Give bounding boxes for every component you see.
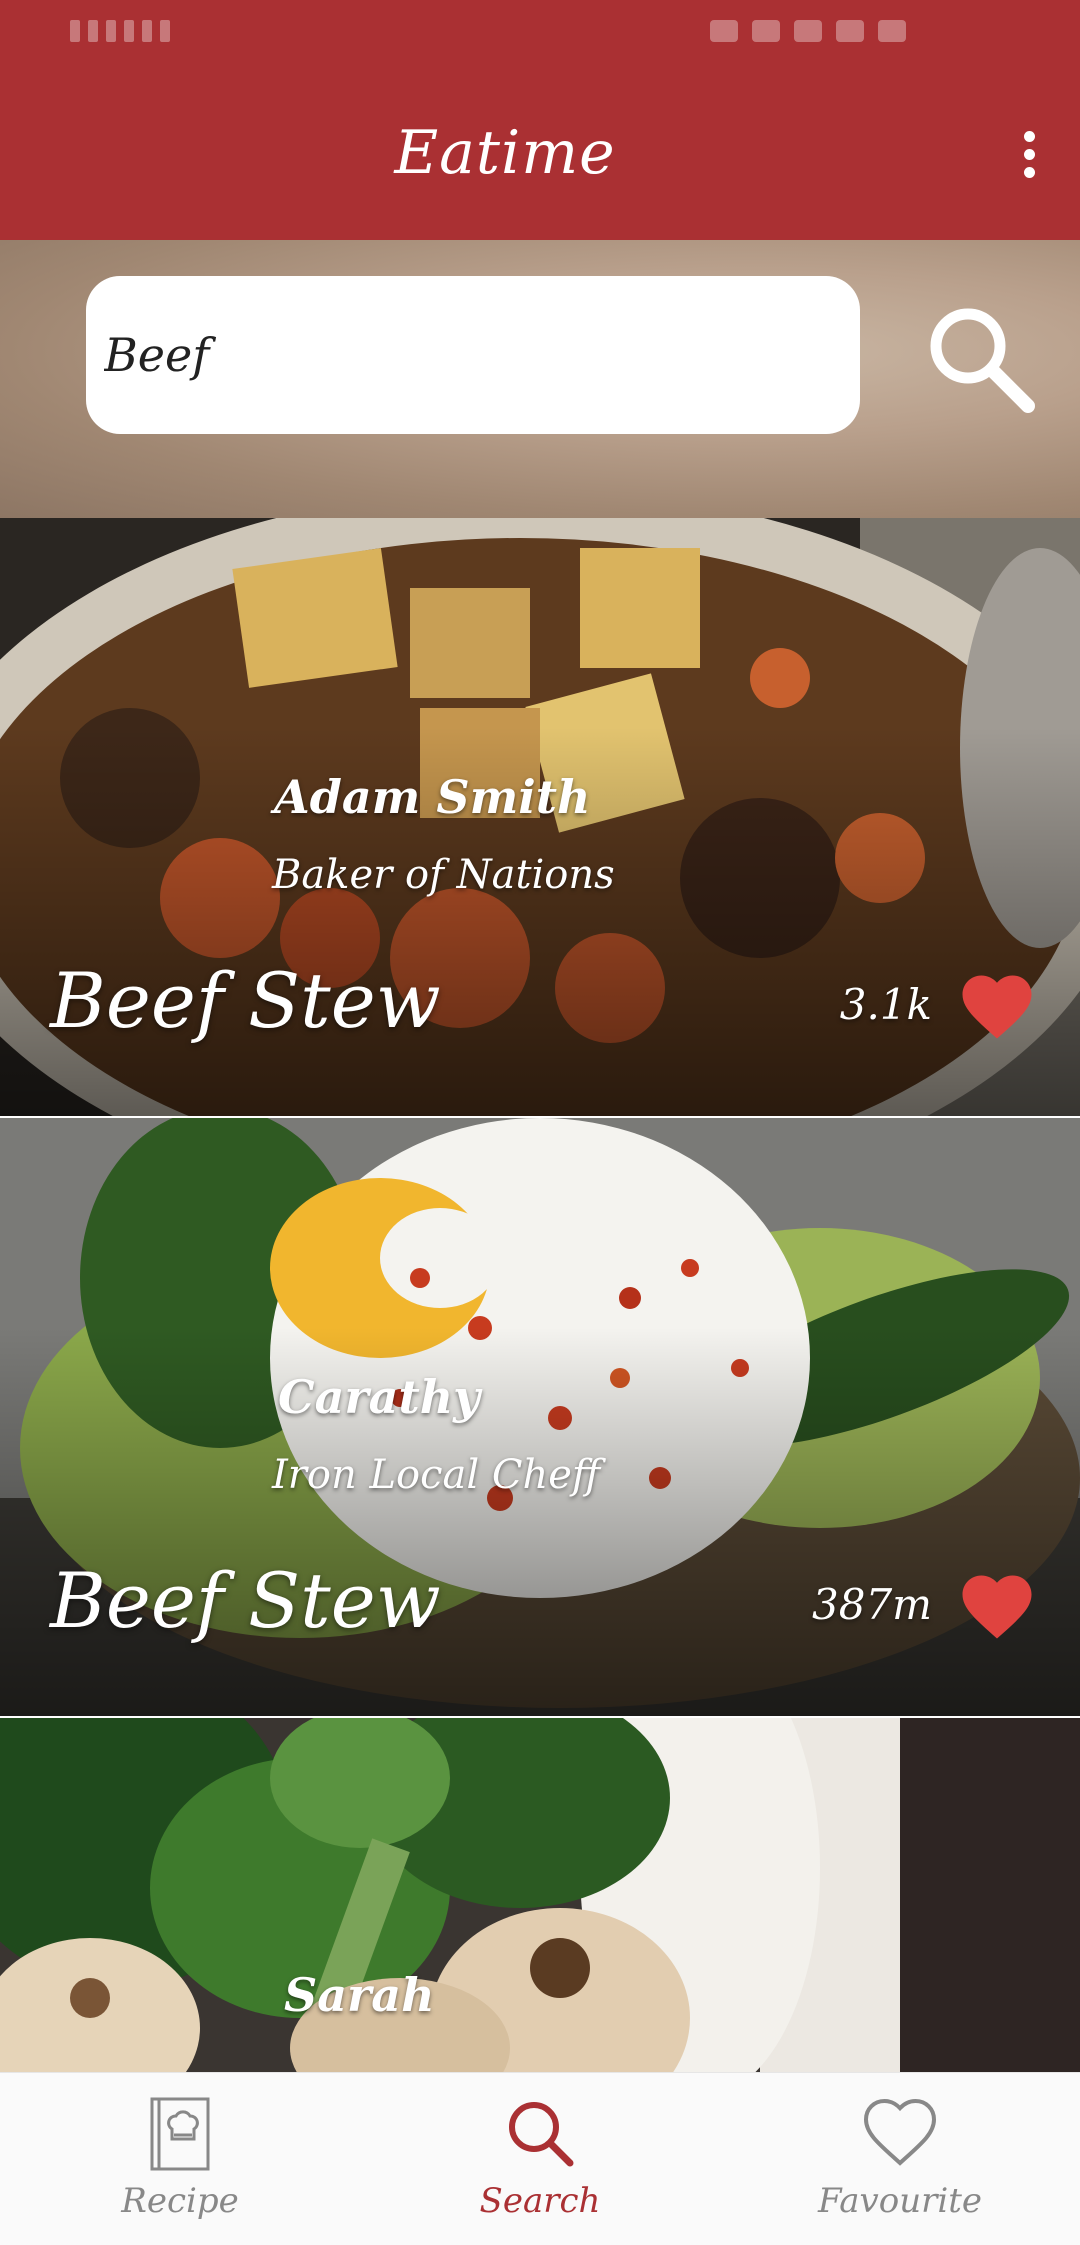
nav-favourite-label: Favourite (817, 2181, 983, 2221)
search-input[interactable] (86, 276, 860, 434)
recipe-book-icon (150, 2097, 210, 2171)
favorite-count: 3.1k (839, 980, 932, 1029)
author-name: Sarah (284, 1968, 435, 2022)
search-icon (930, 308, 1035, 413)
favorite-count: 387m (812, 1580, 932, 1629)
nav-search[interactable]: Search (360, 2073, 720, 2245)
nav-recipe[interactable]: Recipe (0, 2073, 360, 2245)
recipe-photo (0, 1718, 1080, 2072)
nav-search-label: Search (479, 2181, 601, 2221)
bottom-navigation: Recipe Search Favourite (0, 2072, 1080, 2245)
author-title: Baker of Nations (272, 852, 615, 898)
status-bar (0, 0, 1080, 70)
app-bar: Eatime (0, 0, 1080, 240)
author-name: Carathy (278, 1370, 480, 1424)
heart-icon[interactable] (960, 974, 1034, 1040)
nav-favourite[interactable]: Favourite (720, 2073, 1080, 2245)
author-title: Iron Local Cheff (272, 1452, 601, 1498)
author-name: Adam Smith (274, 770, 591, 824)
search-button[interactable] (920, 300, 1040, 420)
search-icon (509, 2102, 574, 2167)
search-section (0, 240, 1080, 518)
recipe-title: Beef Stew (50, 956, 441, 1045)
app-title: Eatime (394, 118, 616, 188)
heart-outline-icon (863, 2098, 937, 2166)
recipe-card[interactable]: Sarah (0, 1718, 1080, 2072)
signal-icons (70, 20, 430, 48)
recipe-card[interactable]: Carathy Iron Local Cheff Beef Stew 387m (0, 1118, 1080, 1716)
heart-icon[interactable] (960, 1574, 1034, 1640)
recipe-card[interactable]: Adam Smith Baker of Nations Beef Stew 3.… (0, 518, 1080, 1116)
recipe-title: Beef Stew (50, 1556, 441, 1645)
nav-recipe-label: Recipe (121, 2181, 239, 2221)
more-vert-icon[interactable] (998, 125, 1058, 185)
system-icons (710, 20, 1040, 48)
